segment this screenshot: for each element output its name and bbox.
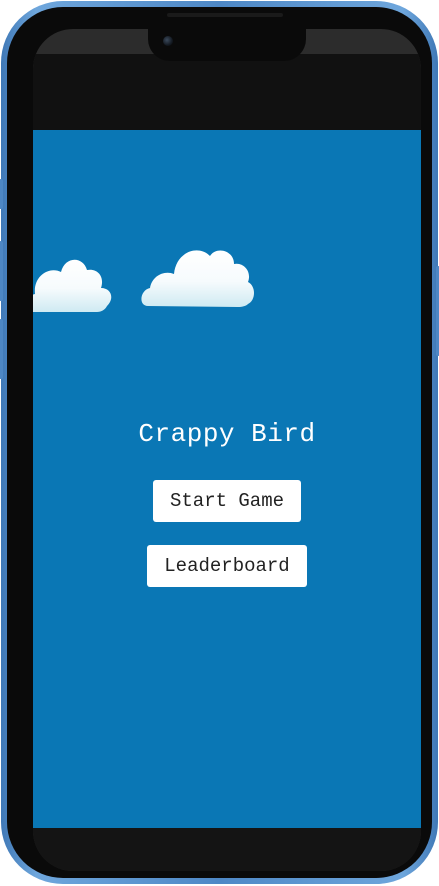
cloud-icon <box>33 259 112 312</box>
start-game-button[interactable]: Start Game <box>153 480 301 522</box>
notch <box>148 29 306 61</box>
speaker-grille <box>167 13 283 17</box>
camera-icon <box>163 36 173 46</box>
bezel: Crappy Bird Start Game Leaderboard <box>7 7 432 878</box>
status-bar-area <box>33 54 421 130</box>
screen: Crappy Bird Start Game Leaderboard <box>33 29 421 871</box>
action-button <box>0 179 3 209</box>
game-title: Crappy Bird <box>138 419 316 449</box>
cloud-icon <box>141 250 254 307</box>
game-canvas[interactable]: Crappy Bird Start Game Leaderboard <box>33 130 421 828</box>
leaderboard-button[interactable]: Leaderboard <box>147 545 307 587</box>
phone-frame: Crappy Bird Start Game Leaderboard <box>0 1 439 884</box>
volume-down-button <box>0 319 3 379</box>
home-indicator-area <box>33 828 421 871</box>
volume-up-button <box>0 241 3 301</box>
